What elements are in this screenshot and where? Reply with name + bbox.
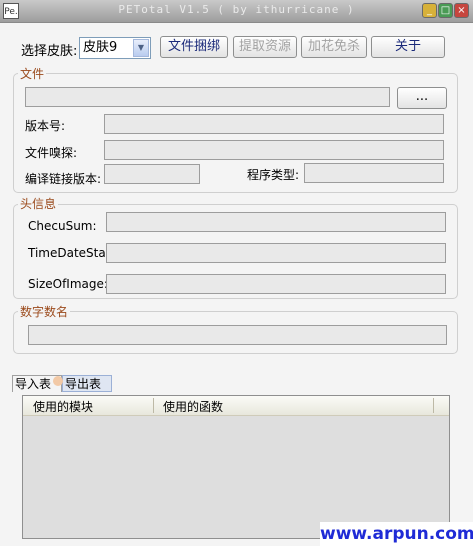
signature-field [28, 325, 447, 345]
site-watermark: www.arpun.com [320, 522, 473, 546]
file-path-field[interactable] [25, 87, 390, 107]
version-field [104, 114, 444, 134]
signature-group-title: 数字数名 [18, 303, 71, 320]
pe-total-window: Pe. PETotal V1.5 ( by ithurricane ) _ □ … [0, 0, 473, 546]
program-type-field [304, 163, 444, 183]
file-group-title: 文件 [18, 65, 47, 82]
skin-select-value: 皮肤9 [83, 40, 118, 55]
column-divider[interactable] [433, 398, 434, 413]
checksum-field [106, 212, 446, 232]
extract-resources-button[interactable]: 提取资源 [233, 36, 297, 58]
close-icon[interactable]: × [454, 3, 469, 18]
skin-label: 选择皮肤: [21, 44, 78, 59]
header-info-title: 头信息 [18, 195, 59, 212]
about-button[interactable]: 关于 [371, 36, 445, 58]
size-of-image-field [106, 274, 446, 294]
timestamp-field [106, 243, 446, 263]
program-type-label: 程序类型: [247, 168, 300, 182]
file-sniff-label: 文件嗅探: [25, 146, 78, 160]
column-divider[interactable] [153, 398, 154, 413]
skin-select[interactable]: 皮肤9 ▼ [79, 37, 151, 59]
column-header-function[interactable]: 使用的函数 [163, 398, 223, 415]
file-sniff-field [104, 140, 444, 160]
column-header-module[interactable]: 使用的模块 [33, 398, 93, 415]
bundle-files-button[interactable]: 文件捆绑 [160, 36, 228, 58]
version-label: 版本号: [25, 119, 66, 133]
linker-version-field [104, 164, 200, 184]
import-table-list[interactable]: 使用的模块 使用的函数 [22, 395, 450, 539]
list-header: 使用的模块 使用的函数 [23, 396, 449, 416]
maximize-icon[interactable]: □ [438, 3, 453, 18]
minimize-icon[interactable]: _ [422, 3, 437, 18]
browse-button[interactable]: ... [397, 87, 447, 109]
add-junk-code-button[interactable]: 加花免杀 [301, 36, 367, 58]
title-bar: Pe. PETotal V1.5 ( by ithurricane ) _ □ … [0, 0, 473, 23]
linker-version-label: 编译链接版本: [25, 172, 102, 186]
tab-export-table[interactable]: 导出表 [62, 375, 112, 392]
window-title: PETotal V1.5 ( by ithurricane ) [118, 3, 355, 16]
chevron-down-icon[interactable]: ▼ [133, 39, 149, 57]
checksum-label: ChecuSum: [28, 219, 97, 233]
size-of-image-label: SizeOfImage: [28, 277, 108, 291]
tab-indicator [53, 376, 63, 386]
